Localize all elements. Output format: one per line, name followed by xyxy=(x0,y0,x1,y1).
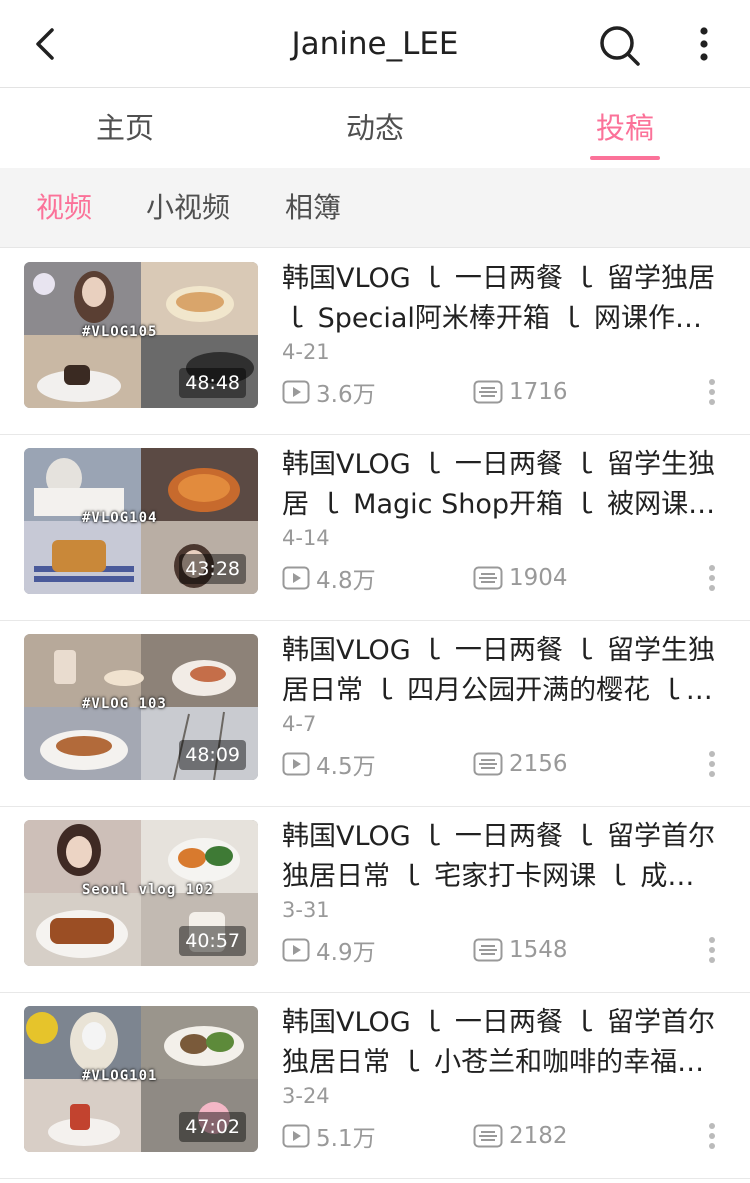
danmaku-icon xyxy=(473,1124,503,1148)
view-count: 4.5万 xyxy=(316,754,376,780)
video-title[interactable]: 韩国VLOG ｌ 一日两餐 ｌ 留学独居 ｌ Special阿米棒开箱 ｌ 网课… xyxy=(282,259,722,339)
video-date: 3-24 xyxy=(282,1084,330,1108)
video-title[interactable]: 韩国VLOG ｌ 一日两餐 ｌ 留学首尔独居日常 ｌ 小苍兰和咖啡的幸福… xyxy=(282,1003,722,1083)
thumbnail-tag: #VLOG105 xyxy=(82,324,158,340)
more-vertical-icon xyxy=(709,937,715,963)
video-item[interactable]: #VLOG101 47:02 韩国VLOG ｌ 一日两餐 ｌ 留学首尔独居日常 … xyxy=(0,993,750,1179)
video-duration: 43:28 xyxy=(179,554,246,584)
video-thumbnail[interactable]: #VLOG 103 48:09 xyxy=(24,634,258,780)
play-count-icon xyxy=(282,566,310,590)
video-date: 4-14 xyxy=(282,526,330,550)
video-more-button[interactable] xyxy=(700,1121,724,1153)
subtab-albums[interactable]: 相簿 xyxy=(285,168,341,248)
video-more-button[interactable] xyxy=(700,377,724,409)
more-vertical-icon xyxy=(709,379,715,405)
video-item[interactable]: #VLOG 103 48:09 韩国VLOG ｌ 一日两餐 ｌ 留学生独居日常 … xyxy=(0,621,750,807)
video-thumbnail[interactable]: #VLOG104 43:28 xyxy=(24,448,258,594)
danmaku-icon xyxy=(473,752,503,776)
video-danmaku: 1548 xyxy=(473,933,568,967)
submission-subtabs: 视频 小视频 相簿 xyxy=(0,168,750,248)
video-more-button[interactable] xyxy=(700,563,724,595)
danmaku-count: 1904 xyxy=(509,565,568,591)
more-vertical-icon xyxy=(709,751,715,777)
view-count: 4.9万 xyxy=(316,940,376,966)
more-vertical-icon xyxy=(709,565,715,591)
subtab-videos[interactable]: 视频 xyxy=(36,168,92,248)
play-count-icon xyxy=(282,752,310,776)
danmaku-icon xyxy=(473,380,503,404)
video-more-button[interactable] xyxy=(700,935,724,967)
video-title[interactable]: 韩国VLOG ｌ 一日两餐 ｌ 留学生独居日常 ｌ 四月公园开满的樱花 ｌ… xyxy=(282,631,722,711)
video-list: #VLOG105 48:48 韩国VLOG ｌ 一日两餐 ｌ 留学独居 ｌ Sp… xyxy=(0,249,750,1179)
tab-home[interactable]: 主页 xyxy=(35,88,215,168)
video-thumbnail[interactable]: Seoul vlog 102 40:57 xyxy=(24,820,258,966)
video-item[interactable]: #VLOG104 43:28 韩国VLOG ｌ 一日两餐 ｌ 留学生独居 ｌ M… xyxy=(0,435,750,621)
video-title[interactable]: 韩国VLOG ｌ 一日两餐 ｌ 留学首尔独居日常 ｌ 宅家打卡网课 ｌ 成… xyxy=(282,817,722,897)
danmaku-icon xyxy=(473,938,503,962)
video-duration: 48:48 xyxy=(179,368,246,398)
video-danmaku: 1904 xyxy=(473,561,568,595)
more-vertical-icon xyxy=(709,1123,715,1149)
video-views: 4.8万 xyxy=(282,561,376,595)
danmaku-count: 2182 xyxy=(509,1123,568,1149)
tab-dynamics[interactable]: 动态 xyxy=(285,88,465,168)
video-item[interactable]: #VLOG105 48:48 韩国VLOG ｌ 一日两餐 ｌ 留学独居 ｌ Sp… xyxy=(0,249,750,435)
play-count-icon xyxy=(282,1124,310,1148)
thumbnail-tag: #VLOG101 xyxy=(82,1068,158,1084)
video-more-button[interactable] xyxy=(700,749,724,781)
video-date: 4-7 xyxy=(282,712,317,736)
danmaku-count: 2156 xyxy=(509,751,568,777)
video-views: 3.6万 xyxy=(282,375,376,409)
video-danmaku: 1716 xyxy=(473,375,568,409)
more-vertical-icon xyxy=(700,27,708,61)
active-tab-indicator xyxy=(590,156,660,160)
search-icon xyxy=(600,26,640,66)
danmaku-icon xyxy=(473,566,503,590)
video-date: 4-21 xyxy=(282,340,330,364)
video-views: 4.5万 xyxy=(282,747,376,781)
thumbnail-tag: Seoul vlog 102 xyxy=(82,882,215,898)
video-thumbnail[interactable]: #VLOG101 47:02 xyxy=(24,1006,258,1152)
video-duration: 48:09 xyxy=(179,740,246,770)
play-count-icon xyxy=(282,938,310,962)
thumbnail-tag: #VLOG104 xyxy=(82,510,158,526)
more-options-button[interactable] xyxy=(684,22,724,70)
danmaku-count: 1716 xyxy=(509,379,568,405)
video-danmaku: 2182 xyxy=(473,1119,568,1153)
search-button[interactable] xyxy=(596,22,644,70)
subtab-short-videos[interactable]: 小视频 xyxy=(146,168,230,248)
video-date: 3-31 xyxy=(282,898,330,922)
view-count: 3.6万 xyxy=(316,382,376,408)
view-count: 5.1万 xyxy=(316,1126,376,1152)
video-title[interactable]: 韩国VLOG ｌ 一日两餐 ｌ 留学生独居 ｌ Magic Shop开箱 ｌ 被… xyxy=(282,445,722,525)
danmaku-count: 1548 xyxy=(509,937,568,963)
video-item[interactable]: Seoul vlog 102 40:57 韩国VLOG ｌ 一日两餐 ｌ 留学首… xyxy=(0,807,750,993)
video-danmaku: 2156 xyxy=(473,747,568,781)
video-views: 5.1万 xyxy=(282,1119,376,1153)
play-count-icon xyxy=(282,380,310,404)
top-app-bar: Janine_LEE xyxy=(0,0,750,88)
video-duration: 40:57 xyxy=(179,926,246,956)
video-duration: 47:02 xyxy=(179,1112,246,1142)
thumbnail-tag: #VLOG 103 xyxy=(82,696,167,712)
video-thumbnail[interactable]: #VLOG105 48:48 xyxy=(24,262,258,408)
view-count: 4.8万 xyxy=(316,568,376,594)
video-views: 4.9万 xyxy=(282,933,376,967)
